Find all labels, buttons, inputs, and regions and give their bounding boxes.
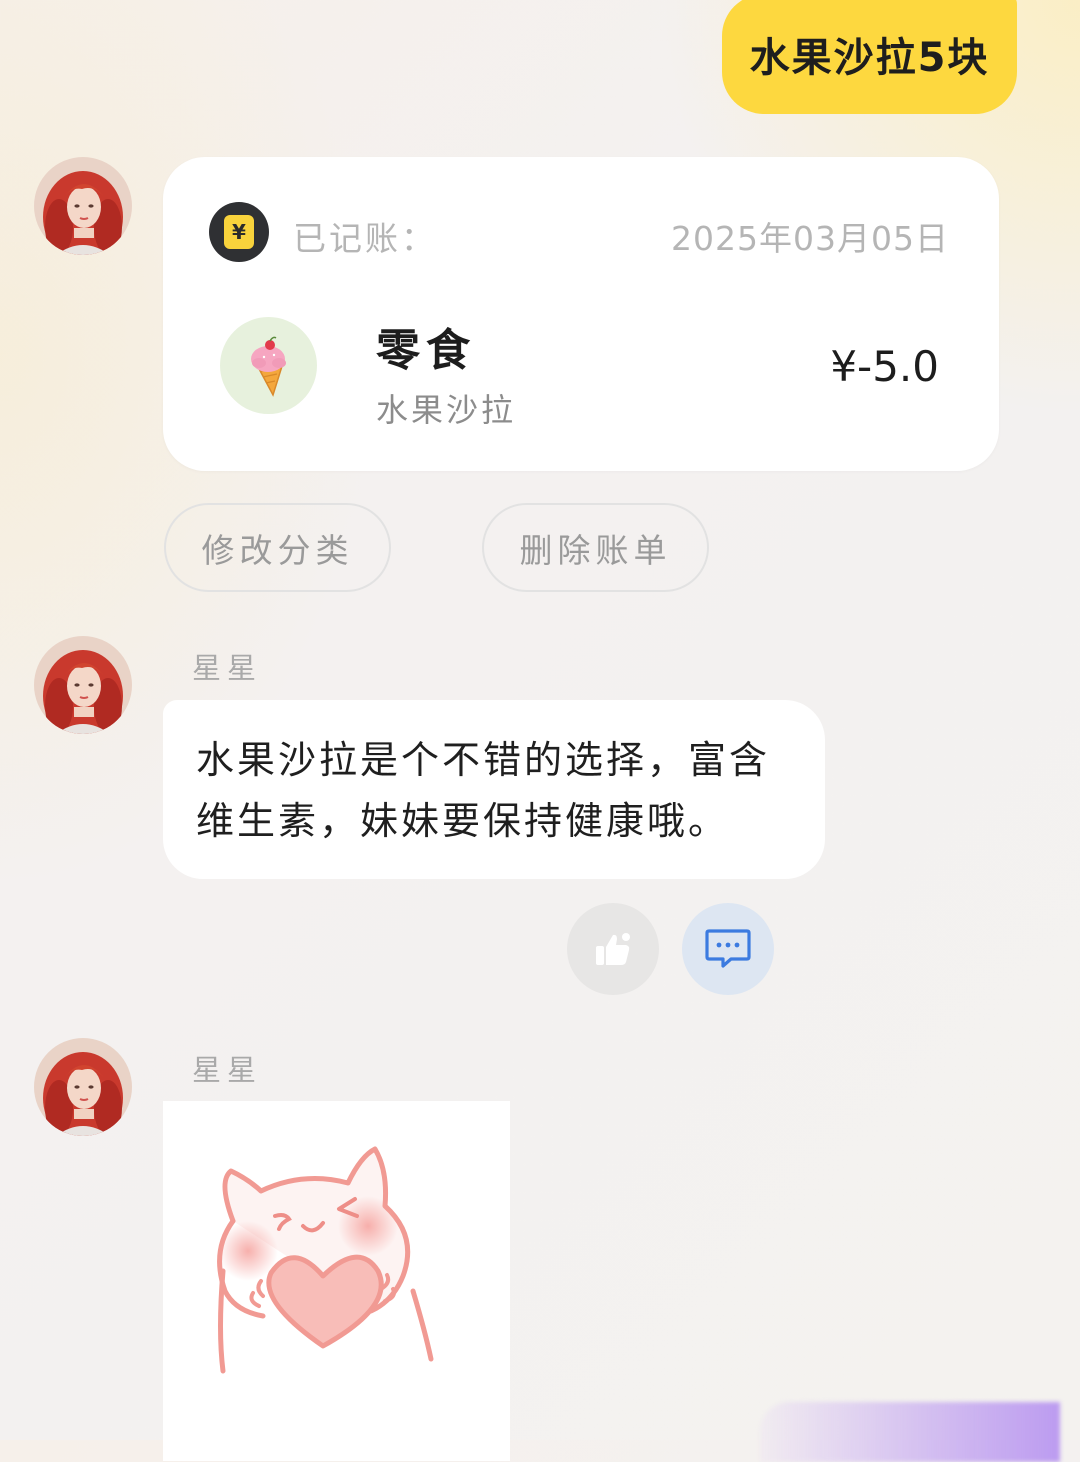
reply-message-bubble[interactable]: 水果沙拉是个不错的选择，富含 维生素，妹妹要保持健康哦。 — [163, 700, 825, 879]
user-message-text: 水果沙拉5块 — [749, 35, 990, 81]
record-date: 2025年03月05日 — [671, 219, 949, 258]
user-message-bubble[interactable]: 水果沙拉5块 — [722, 0, 1017, 114]
reply-text-line: 水果沙拉是个不错的选择，富含 — [196, 738, 771, 782]
wallet-badge-icon: ¥ — [209, 202, 269, 262]
record-note: 水果沙拉 — [376, 391, 517, 429]
avatar[interactable] — [34, 157, 132, 255]
yen-coin-icon: ¥ — [224, 215, 254, 249]
comment-button[interactable] — [682, 903, 774, 995]
avatar[interactable] — [34, 636, 132, 734]
bookkeeping-record-card[interactable]: ¥ 已记账： 2025年03月05日 零食 水果沙拉 ¥-5.0 — [163, 157, 999, 471]
reply-text-line: 维生素，妹妹要保持健康哦。 — [196, 799, 730, 843]
thumbs-up-icon — [596, 933, 630, 965]
record-category: 零食 — [376, 325, 476, 376]
record-amount: ¥-5.0 — [830, 342, 939, 391]
bottom-glow — [760, 1402, 1060, 1462]
cat-holding-heart-sticker[interactable] — [163, 1101, 510, 1461]
message-icon — [705, 929, 751, 968]
sender-name: 星星 — [192, 1053, 263, 1087]
edit-category-button[interactable]: 修改分类 — [164, 503, 391, 592]
sender-name: 星星 — [192, 651, 263, 685]
like-button[interactable] — [567, 903, 659, 995]
avatar[interactable] — [34, 1038, 132, 1136]
record-status-label: 已记账： — [293, 219, 437, 258]
delete-bill-button[interactable]: 删除账单 — [482, 503, 709, 592]
ice-cream-icon — [220, 317, 317, 414]
